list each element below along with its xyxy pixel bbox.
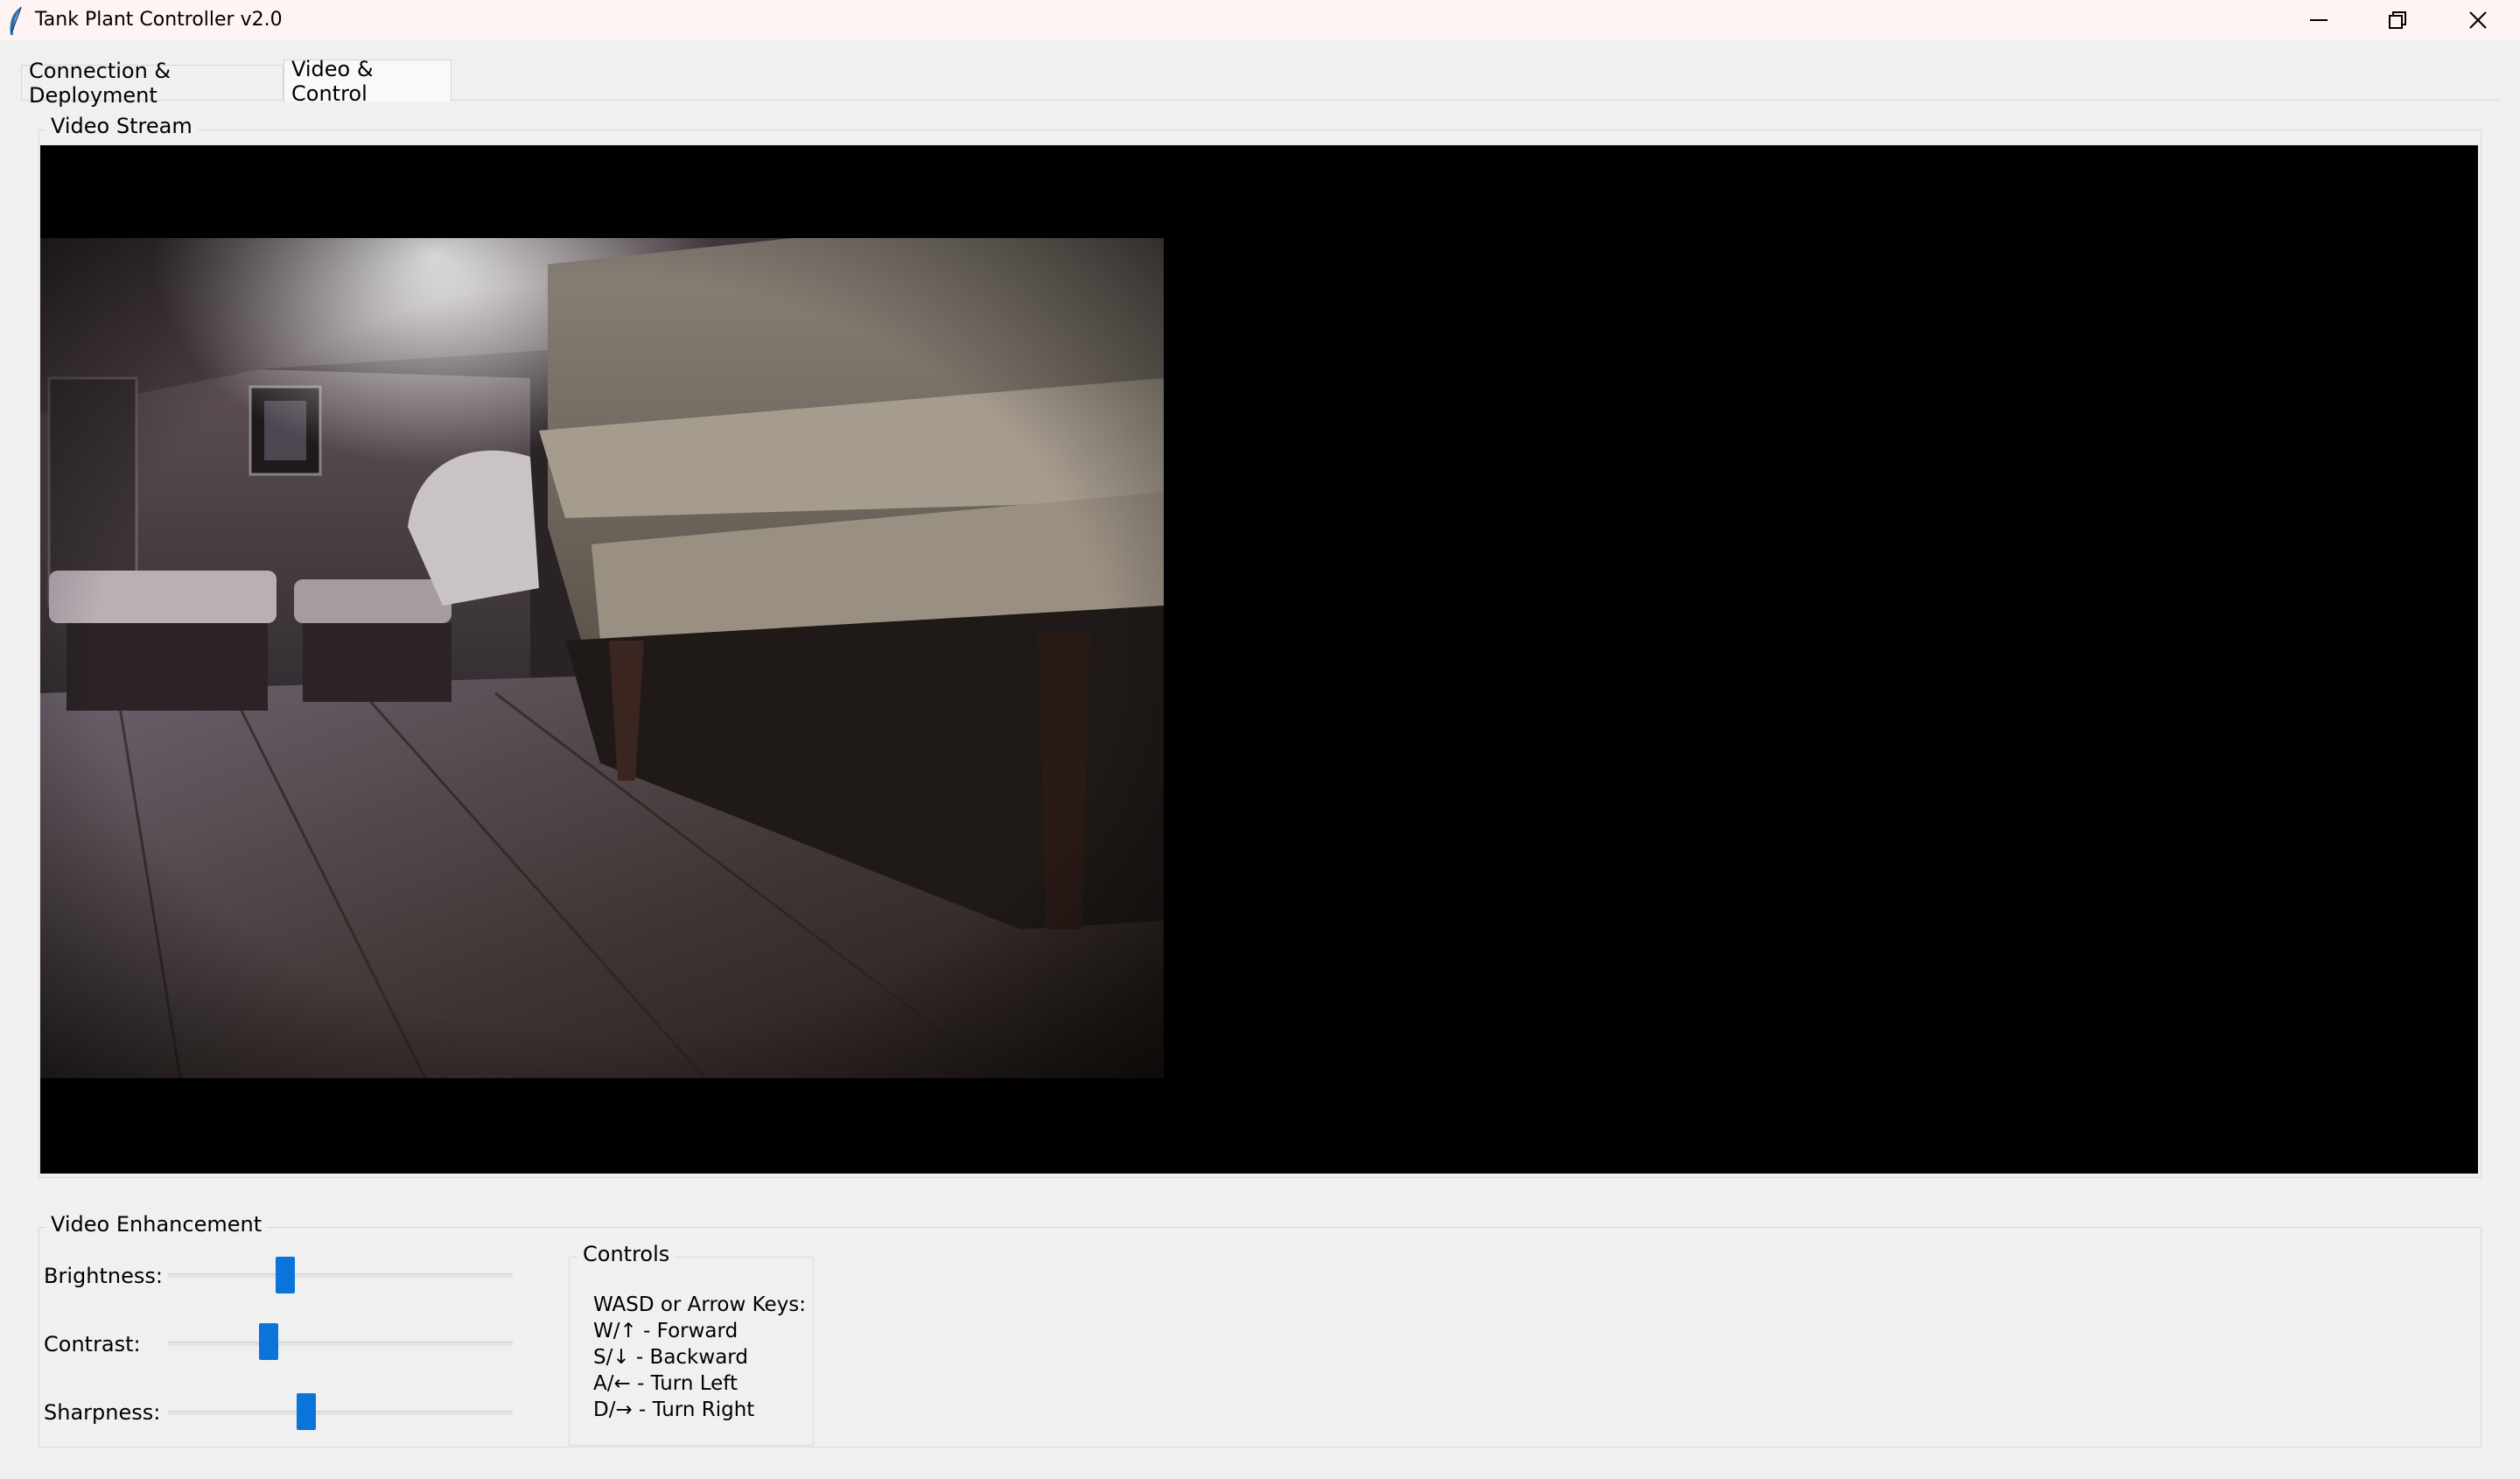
close-button[interactable]: [2438, 0, 2518, 40]
tab-connection-deployment[interactable]: Connection & Deployment: [21, 59, 284, 108]
sharpness-label: Sharpness:: [44, 1400, 161, 1425]
control-backward: S/↓ - Backward: [593, 1346, 748, 1369]
restore-icon: [2389, 11, 2406, 29]
sharpness-slider-thumb[interactable]: [297, 1393, 316, 1430]
brightness-slider-thumb[interactable]: [276, 1257, 295, 1293]
controls-heading: WASD or Arrow Keys:: [593, 1293, 807, 1316]
window-title: Tank Plant Controller v2.0: [35, 9, 283, 31]
video-enhancement-label: Video Enhancement: [46, 1212, 268, 1237]
close-icon: [2469, 11, 2487, 29]
minimize-icon: [2310, 19, 2328, 21]
feather-icon: [10, 6, 22, 35]
control-forward: W/↑ - Forward: [593, 1320, 738, 1342]
contrast-slider-track[interactable]: [168, 1342, 513, 1346]
contrast-slider-thumb[interactable]: [259, 1323, 278, 1360]
minimize-button[interactable]: [2278, 0, 2359, 40]
control-turn-right: D/→ - Turn Right: [593, 1398, 755, 1421]
sharpness-slider-track[interactable]: [168, 1411, 513, 1415]
video-stream-label: Video Stream: [46, 114, 198, 138]
contrast-label: Contrast:: [44, 1332, 141, 1356]
tab-video-control[interactable]: Video & Control: [284, 57, 452, 106]
restore-button[interactable]: [2357, 0, 2438, 40]
brightness-label: Brightness:: [44, 1264, 163, 1288]
controls-label: Controls: [578, 1242, 676, 1266]
brightness-slider-track[interactable]: [168, 1273, 513, 1278]
title-bar: Tank Plant Controller v2.0: [0, 0, 2520, 40]
tab-label: Video & Control: [291, 56, 374, 106]
tab-label: Connection & Deployment: [29, 58, 172, 108]
control-turn-left: A/← - Turn Left: [593, 1372, 738, 1395]
camera-feed-image: [40, 238, 1164, 1078]
